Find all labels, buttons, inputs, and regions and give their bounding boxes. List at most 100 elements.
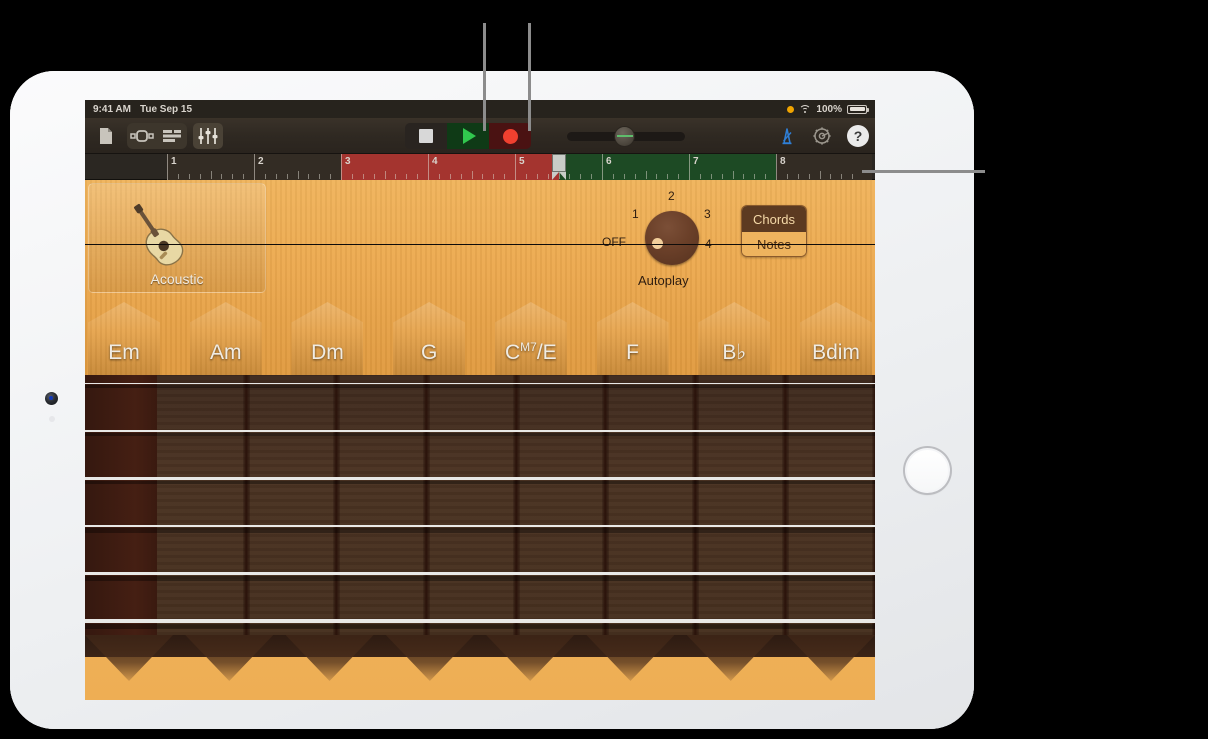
autoplay-control: OFF 1 2 3 4 Autoplay: [602, 185, 728, 295]
mixer-fx-icon[interactable]: [193, 123, 223, 149]
mixer-glyph: [198, 128, 218, 144]
fret-bar: [512, 375, 520, 635]
orange-dot-icon: [787, 105, 795, 113]
toolbar-left-group: [91, 118, 223, 154]
ruler-tick: [177, 174, 179, 179]
chords-tab[interactable]: Chords: [742, 206, 806, 232]
stop-icon: [419, 129, 433, 143]
screenshot-root: 9:41 AM Tue Sep 15 100% ? 1 2 3 4 5 6 7 …: [0, 0, 1208, 739]
fret-bar: [871, 375, 875, 635]
guitar-string-shadow: [85, 432, 875, 437]
chord-strip-6[interactable]: F: [596, 302, 669, 375]
toolbar-view-group: [127, 123, 187, 149]
chord-trigger-chevron-5[interactable]: [486, 635, 575, 681]
record-button[interactable]: [489, 123, 531, 149]
toolbar-right-group: ?: [777, 118, 869, 154]
ruler-bar-line: [341, 154, 342, 180]
guitar-string-3[interactable]: [85, 477, 875, 480]
status-bar-right: 100%: [787, 104, 869, 115]
document-glyph: [100, 128, 112, 144]
guitar-string-2[interactable]: [85, 430, 875, 432]
autoplay-knob[interactable]: [645, 211, 699, 265]
chord-strip-label: CM7/E: [505, 340, 557, 364]
fret-bar: [602, 375, 610, 635]
ruler-tick: [754, 174, 756, 179]
autoplay-label-1[interactable]: 1: [632, 207, 639, 221]
guitar-string-6[interactable]: [85, 619, 875, 623]
chord-strip-label: B♭: [722, 341, 747, 364]
ruler-tick: [656, 174, 658, 179]
autoplay-label-3[interactable]: 3: [704, 207, 711, 221]
main-toolbar: ?: [85, 118, 875, 154]
ruler-bar-number: 7: [693, 156, 699, 167]
ruler-tick: [286, 174, 288, 179]
ruler-tick: [710, 174, 712, 179]
guitar-string-1[interactable]: [85, 383, 875, 385]
ruler-bar-line: [689, 154, 690, 180]
guitar-string-shadow: [85, 623, 875, 630]
instrument-card-label: Acoustic: [150, 271, 204, 287]
chord-trigger-chevron-7[interactable]: [686, 635, 775, 681]
chord-strip-label: F: [626, 341, 639, 364]
chord-trigger-strip[interactable]: [85, 635, 875, 700]
chord-strip-label: Em: [108, 341, 140, 364]
chord-strip-7[interactable]: B♭: [698, 302, 771, 375]
ruler-tick: [373, 174, 375, 179]
status-date: Tue Sep 15: [139, 103, 193, 115]
master-volume-knob[interactable]: [615, 126, 634, 146]
ruler-tick: [525, 174, 527, 179]
ruler-bar-line: [254, 154, 255, 180]
autoplay-label-2[interactable]: 2: [668, 189, 675, 203]
guitar-string-shadow: [85, 385, 875, 388]
ruler-tick: [232, 174, 234, 179]
guitar-string-4[interactable]: [85, 524, 875, 528]
playhead[interactable]: [551, 154, 566, 180]
ruler-tick: [243, 174, 245, 179]
gear-icon[interactable]: [811, 125, 833, 147]
ruler-tick: [699, 174, 701, 179]
stop-button[interactable]: [405, 123, 447, 149]
chord-trigger-chevron-2[interactable]: [185, 635, 274, 681]
fret-bar: [333, 375, 340, 635]
guitar-string-5[interactable]: [85, 571, 875, 576]
chord-strip-2[interactable]: Am: [189, 302, 262, 375]
chord-trigger-chevron-4[interactable]: [385, 635, 474, 681]
ruler-tick: [623, 174, 625, 179]
gear-glyph: [813, 127, 831, 145]
tracks-glyph: [163, 130, 181, 142]
master-volume-slider[interactable]: [567, 126, 685, 146]
chord-strip-4[interactable]: G: [393, 302, 466, 375]
autoplay-label-off[interactable]: OFF: [602, 235, 626, 249]
ruler-bar-number: 5: [519, 156, 525, 167]
ruler-tick: [362, 174, 364, 179]
instrument-area: Acoustic OFF 1 2 3 4 Autoplay Chords: [85, 180, 875, 700]
chord-strip-5[interactable]: CM7/E: [494, 302, 567, 375]
help-button[interactable]: ?: [847, 125, 869, 147]
ruler-bar-line: [428, 154, 429, 180]
ruler-bar-number: 6: [606, 156, 612, 167]
guitar-string-shadow: [85, 480, 875, 485]
chord-strip-3[interactable]: Dm: [291, 302, 364, 375]
chord-strip-1[interactable]: Em: [88, 302, 160, 375]
playhead-tip: [551, 172, 566, 180]
ruler-bar-number: 2: [258, 156, 264, 167]
chord-trigger-chevron-8[interactable]: [787, 635, 875, 681]
ruler-tick: [482, 174, 484, 179]
ruler-tick: [667, 174, 669, 179]
metronome-icon[interactable]: [777, 126, 797, 146]
home-button[interactable]: [905, 448, 950, 493]
tracks-view-icon[interactable]: [157, 123, 187, 149]
chord-trigger-chevron-3[interactable]: [285, 635, 374, 681]
instrument-browser-icon[interactable]: [127, 123, 157, 149]
document-icon[interactable]: [91, 123, 121, 149]
timeline-ruler[interactable]: + 12345678: [85, 154, 875, 180]
chord-trigger-chevron-1[interactable]: [85, 635, 173, 681]
chord-strip-8[interactable]: Bdim: [800, 302, 872, 375]
chord-trigger-chevron-6[interactable]: [586, 635, 675, 681]
instrument-card[interactable]: Acoustic: [88, 183, 266, 293]
transport-controls: [405, 118, 685, 154]
guitar-fretboard[interactable]: [85, 375, 875, 635]
record-button-callout-line: [528, 23, 531, 131]
ipad-device: 9:41 AM Tue Sep 15 100% ? 1 2 3 4 5 6 7 …: [10, 71, 974, 729]
ruler-tick: [330, 174, 332, 179]
